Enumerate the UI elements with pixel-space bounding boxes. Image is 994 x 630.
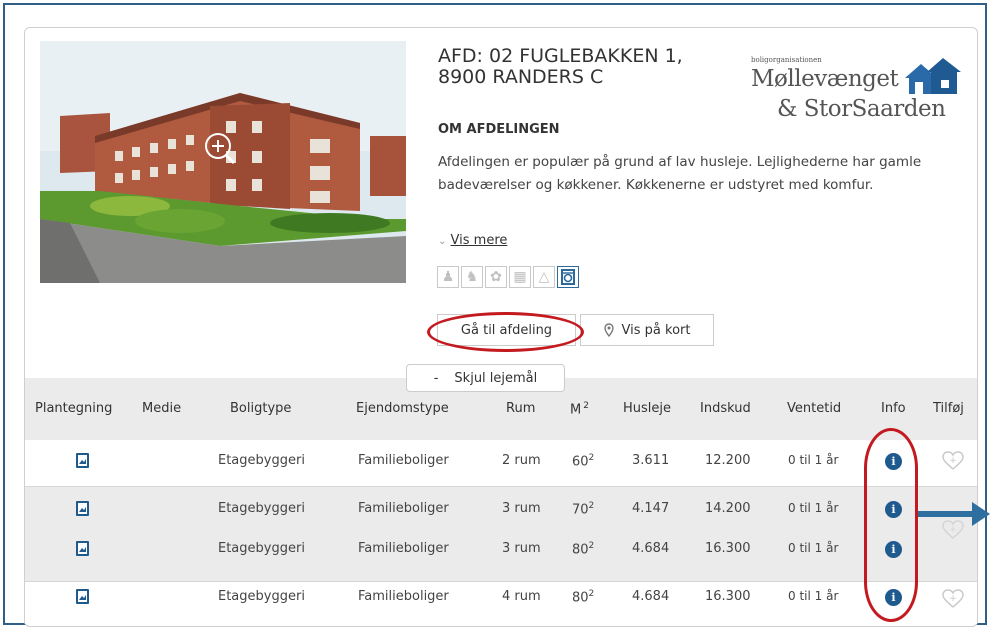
cell-ejendomstype: Familieboliger (358, 541, 449, 556)
annotation-oval-info (864, 428, 918, 622)
add-favorite-icon[interactable]: + (942, 451, 964, 471)
cell-rum: 4 rum (502, 589, 541, 604)
annotation-oval-goto (427, 312, 584, 352)
floorplan-icon[interactable] (75, 588, 90, 605)
col-header-plantegning: Plantegning (35, 401, 113, 416)
about-heading: OM AFDELINGEN (438, 122, 560, 137)
col-header-info: Info (881, 401, 906, 416)
cell-indskud: 14.200 (705, 501, 751, 516)
cell-rum: 3 rum (502, 541, 541, 556)
col-header-husleje: Husleje (623, 401, 672, 416)
arrow-right-icon (918, 502, 990, 526)
cell-indskud: 16.300 (705, 589, 751, 604)
flower-icon: ✿ (485, 266, 507, 288)
cat-icon: ♞ (461, 266, 483, 288)
cell-ventetid: 0 til 1 år (788, 541, 839, 555)
cell-ventetid: 0 til 1 år (788, 501, 839, 515)
cell-husleje: 4.684 (632, 541, 670, 556)
cell-ventetid: 0 til 1 år (788, 453, 839, 467)
hide-leases-button[interactable]: - Skjul lejemål (406, 364, 565, 392)
cell-ejendomstype: Familieboliger (358, 453, 449, 468)
col-header-ventetid: Ventetid (787, 401, 842, 416)
svg-text:+: + (949, 594, 957, 604)
svg-text:+: + (949, 456, 957, 466)
cell-boligtype: Etagebyggeri (218, 541, 305, 556)
cell-rum: 2 rum (502, 453, 541, 468)
cell-ventetid: 0 til 1 år (788, 589, 839, 603)
cell-m2: 802 (572, 541, 595, 558)
playground-icon: △ (533, 266, 555, 288)
col-header-tilfoj: Tilføj (933, 401, 964, 416)
col-header-boligtype: Boligtype (230, 401, 292, 416)
department-photo[interactable] (40, 41, 406, 283)
cell-m2: 602 (572, 453, 595, 470)
cell-husleje: 4.684 (632, 589, 670, 604)
description-fade (438, 196, 958, 212)
row-divider (25, 486, 977, 487)
show-more-link[interactable]: ⌄ Vis mere (438, 233, 507, 248)
cell-ejendomstype: Familieboliger (358, 589, 449, 604)
cell-rum: 3 rum (502, 501, 541, 516)
cell-husleje: 4.147 (632, 501, 670, 516)
cell-boligtype: Etagebyggeri (218, 501, 305, 516)
col-header-ejendomstype: Ejendomstype (356, 401, 449, 416)
cell-husleje: 3.611 (632, 453, 670, 468)
cell-m2: 802 (572, 589, 595, 606)
show-on-map-button[interactable]: Vis på kort (580, 314, 714, 346)
col-header-medie: Medie (142, 401, 182, 416)
title-line-2: 8900 RANDERS C (438, 66, 604, 88)
row-divider (25, 581, 977, 582)
cell-m2: 702 (572, 501, 595, 518)
fence-icon: ▦ (509, 266, 531, 288)
minus-icon: - (433, 370, 439, 386)
col-header-m2: M2 (570, 401, 589, 418)
facility-icons: ♟ ♞ ✿ ▦ △ (437, 266, 581, 288)
cell-ejendomstype: Familieboliger (358, 501, 449, 516)
col-header-indskud: Indskud (700, 401, 751, 416)
cell-indskud: 16.300 (705, 541, 751, 556)
title-line-1: AFD: 02 FUGLEBAKKEN 1, (438, 45, 683, 67)
chevron-down-icon: ⌄ (438, 236, 447, 247)
dog-icon: ♟ (437, 266, 459, 288)
washing-machine-icon (557, 266, 579, 288)
floorplan-icon[interactable] (75, 540, 90, 557)
house-icon (905, 58, 961, 94)
organisation-logo: boligorganisationen Møllevænget & StorSa… (745, 52, 961, 132)
floorplan-icon[interactable] (75, 500, 90, 517)
department-title: AFD: 02 FUGLEBAKKEN 1, 8900 RANDERS C (438, 46, 768, 88)
zoom-icon[interactable] (204, 131, 234, 161)
add-favorite-icon[interactable]: + (942, 589, 964, 609)
col-header-rum: Rum (506, 401, 536, 416)
department-description: Afdelingen er populær på grund af lav hu… (438, 154, 922, 193)
floorplan-icon[interactable] (75, 452, 90, 469)
cell-indskud: 12.200 (705, 453, 751, 468)
cell-boligtype: Etagebyggeri (218, 589, 305, 604)
map-pin-icon (603, 323, 614, 337)
cell-boligtype: Etagebyggeri (218, 453, 305, 468)
